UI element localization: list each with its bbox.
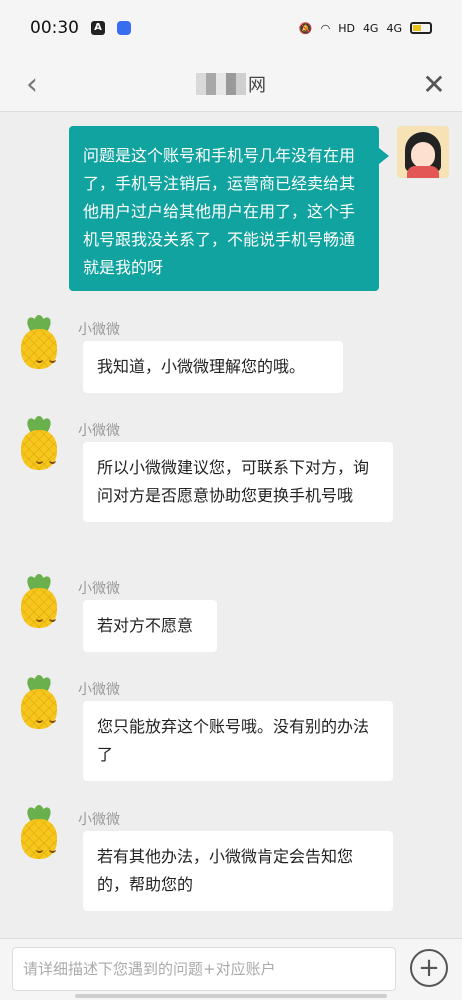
user-message-bubble: 问题是这个账号和手机号几年没有在用了，手机号注销后，运营商已经卖给其他用户过户给… [69, 126, 389, 291]
user-avatar[interactable] [397, 126, 449, 178]
app-notification-icon: A [91, 21, 105, 35]
bot-message-text: 我知道，小微微理解您的哦。 [97, 357, 306, 376]
title-suffix: 网 [248, 74, 266, 96]
bot-name: 小微微 [78, 682, 120, 698]
mute-bell-icon: 🔕 [298, 21, 313, 35]
user-avatar-face [411, 142, 435, 168]
bot-avatar-pineapple-icon[interactable] [14, 574, 64, 628]
close-button[interactable]: ✕ [414, 64, 454, 104]
signal-icon-1: 4G [362, 21, 379, 35]
status-bar: 00:30 A 🔕 ◠ HD 4G 4G [0, 0, 462, 56]
bot-name: 小微微 [78, 812, 120, 828]
bot-name: 小微微 [78, 322, 120, 338]
status-icons: 🔕 ◠ HD 4G 4G [299, 22, 432, 35]
bot-message-text: 所以小微微建议您，可联系下对方，询问对方是否愿意协助您更换手机号哦 [97, 458, 370, 505]
bot-message-bubble: 所以小微微建议您，可联系下对方，询问对方是否愿意协助您更换手机号哦 [83, 442, 393, 522]
signal-icon-2: 4G [386, 21, 402, 35]
user-avatar-body [407, 166, 439, 178]
user-message-text: 问题是这个账号和手机号几年没有在用了，手机号注销后，运营商已经卖给其他用户过户给… [83, 146, 356, 277]
home-indicator [75, 994, 387, 998]
bot-message-text: 若对方不愿意 [97, 616, 194, 635]
bot-name: 小微微 [78, 581, 120, 597]
redacted-title-mosaic [196, 72, 246, 95]
add-button[interactable]: + [410, 949, 448, 987]
bot-message-text: 您只能放弃这个账号哦。没有别的办法了 [97, 717, 370, 764]
back-button[interactable]: ‹ [12, 64, 52, 104]
status-time: 00:30 [30, 18, 79, 38]
input-bar: + [0, 938, 462, 1000]
chevron-left-icon: ‹ [26, 66, 38, 102]
bot-avatar-pineapple-icon[interactable] [14, 675, 64, 729]
nav-bar: ‹ 网 ✕ [0, 56, 462, 112]
page-title: 网 [196, 71, 266, 97]
bot-message-text: 若有其他办法，小微微肯定会告知您的，帮助您的 [97, 847, 354, 894]
bot-message-bubble: 若对方不愿意 [83, 600, 217, 652]
bot-avatar-pineapple-icon[interactable] [14, 416, 64, 470]
battery-icon [410, 22, 432, 34]
bot-avatar-pineapple-icon[interactable] [14, 805, 64, 859]
close-icon: ✕ [422, 67, 446, 101]
bot-message-bubble: 我知道，小微微理解您的哦。 [83, 341, 343, 393]
plus-circle-icon: + [418, 953, 440, 983]
message-input[interactable] [12, 947, 396, 991]
bot-message-bubble: 您只能放弃这个账号哦。没有别的办法了 [83, 701, 393, 781]
wifi-icon: ◠ [320, 21, 331, 35]
hd-label: HD [338, 21, 355, 35]
chat-app-notification-icon [117, 21, 131, 35]
chat-area[interactable]: 问题是这个账号和手机号几年没有在用了，手机号注销后，运营商已经卖给其他用户过户给… [0, 112, 462, 938]
bot-name: 小微微 [78, 423, 120, 439]
bot-avatar-pineapple-icon[interactable] [14, 315, 64, 369]
bot-message-bubble: 若有其他办法，小微微肯定会告知您的，帮助您的 [83, 831, 393, 911]
